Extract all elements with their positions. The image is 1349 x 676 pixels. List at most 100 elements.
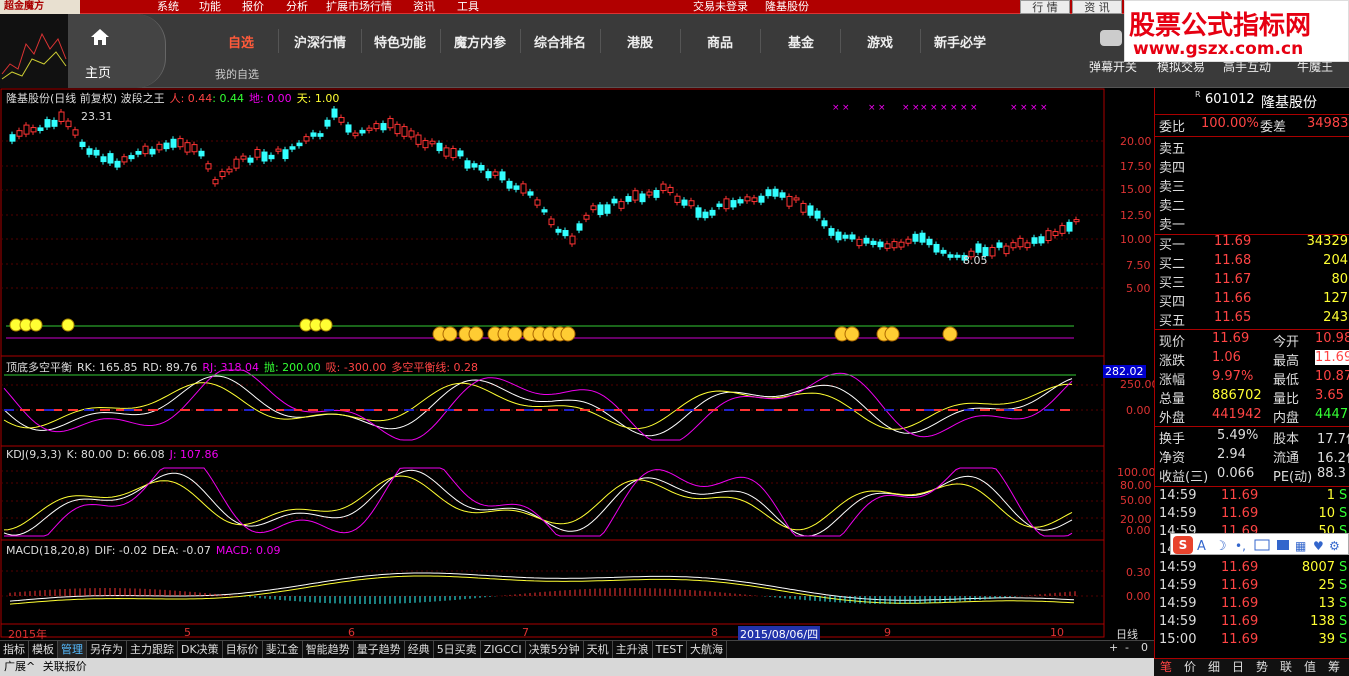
- ime-tools-icon: A ☽ •, ▦ ♥ ⚙: [1197, 539, 1340, 553]
- quote-tab[interactable]: 势: [1250, 659, 1274, 676]
- svg-text:×: ×: [1040, 103, 1048, 113]
- panel2-title: 顶底多空平衡 RK: 165.85 RD: 89.76 RJ: 318.04 抛: 20…: [6, 361, 479, 374]
- svg-text:×: ×: [950, 103, 958, 113]
- menu-analysis[interactable]: 分析: [286, 0, 308, 13]
- tab-hk[interactable]: 港股: [627, 32, 653, 51]
- menu-function[interactable]: 功能: [199, 0, 221, 13]
- tick-row: 14:59 11.69 25 S: [1159, 578, 1348, 593]
- indicator-tab[interactable]: ZIGCCI: [481, 641, 526, 658]
- chat-bubble-icon[interactable]: [1100, 30, 1122, 46]
- quote-tab[interactable]: 价: [1178, 659, 1202, 676]
- banner-url: www.gszx.com.cn: [1133, 39, 1304, 59]
- panel3-title: KDJ(9,3,3) K: 80.00 D: 66.08 J: 107.86: [6, 448, 219, 461]
- indicator-tab[interactable]: 量子趋势: [354, 641, 405, 658]
- sell-row: 卖四: [1159, 161, 1186, 176]
- y-tick: 100.00: [1117, 466, 1156, 479]
- quote-tab[interactable]: 细: [1202, 659, 1226, 676]
- ren2-value: : 0.44: [212, 92, 244, 105]
- quote-row: 外盘441942内盘444760: [1159, 407, 1349, 426]
- menu-quote[interactable]: 报价: [242, 0, 264, 13]
- y-tick: 10.00: [1120, 233, 1152, 246]
- main-panel-title: 隆基股份(日线 前复权) 波段之王 人: 0.44: 0.44 地: 0.00 天: …: [6, 90, 344, 106]
- tab-hs-market[interactable]: 沪深行情: [294, 32, 346, 51]
- tab-watchlist[interactable]: 自选: [228, 32, 254, 51]
- indicator-tab[interactable]: 5日买卖: [434, 641, 481, 658]
- tab-ranking[interactable]: 综合排名: [534, 32, 586, 51]
- zoom-in-button[interactable]: +: [1109, 641, 1118, 654]
- tab-fund[interactable]: 基金: [788, 32, 814, 51]
- zoom-reset-button[interactable]: 0: [1141, 641, 1148, 654]
- indicator-tab[interactable]: 目标价: [223, 641, 263, 658]
- high-price-label: 23.31: [81, 110, 113, 123]
- svg-text:×: ×: [970, 103, 978, 113]
- svg-text:▦: ▦: [1295, 539, 1306, 553]
- svg-text:☽: ☽: [1215, 539, 1227, 553]
- indicator-tab[interactable]: TEST: [653, 641, 687, 658]
- y-tick: 0.00: [1126, 524, 1151, 537]
- indicator-tab[interactable]: DK决策: [178, 641, 223, 658]
- finance-row: 换手5.49%股本17.7亿: [1159, 428, 1349, 447]
- indicator-tab[interactable]: 指标: [0, 641, 29, 658]
- indicator-tab[interactable]: 斐江金: [263, 641, 303, 658]
- zoom-out-button[interactable]: -: [1125, 641, 1129, 654]
- y-tick: 50.00: [1120, 494, 1152, 507]
- home-label: 主页: [85, 66, 112, 81]
- tab-commodity[interactable]: 商品: [707, 32, 733, 51]
- menu-tools[interactable]: 工具: [457, 0, 479, 13]
- quote-button[interactable]: 行 情: [1020, 0, 1070, 14]
- indicator-tab[interactable]: 大航海: [687, 641, 727, 658]
- quote-tab[interactable]: 笔: [1154, 659, 1178, 676]
- indicator-tab[interactable]: 天机: [584, 641, 613, 658]
- indicator-tab[interactable]: 另存为: [87, 641, 127, 658]
- x-tick: 10: [1050, 626, 1064, 639]
- indicator-tab[interactable]: 主升浪: [613, 641, 653, 658]
- svg-text:×: ×: [912, 103, 920, 113]
- news-button[interactable]: 资 讯: [1072, 0, 1122, 14]
- expand-button[interactable]: 广展^: [4, 660, 35, 673]
- sogou-ime-icon[interactable]: S: [1173, 536, 1193, 554]
- stock-header: R 601012 隆基股份: [1195, 90, 1317, 111]
- subtab-my-watchlist[interactable]: 我的自选: [215, 66, 259, 82]
- svg-text:♥: ♥: [1313, 539, 1324, 553]
- quote-panel: R 601012 隆基股份 委比 100.00% 委差 34983 卖五 卖四 卖三…: [1154, 88, 1349, 676]
- y-tick: 12.50: [1120, 209, 1152, 222]
- ime-toolbar[interactable]: S A ☽ •, ▦ ♥ ⚙: [1170, 533, 1349, 555]
- chart-area[interactable]: × × × × × × × × × × × × × × × × 隆基股份(日线 前复权) 波段之王 人: 0.4…: [0, 88, 1159, 642]
- tab-game[interactable]: 游戏: [867, 32, 893, 51]
- svg-text:×: ×: [1020, 103, 1028, 113]
- y-tick: 7.50: [1126, 259, 1151, 272]
- tick-row: 14:59 11.69 13 S: [1159, 596, 1348, 611]
- y-tick: 5.00: [1126, 282, 1151, 295]
- thumbnail-chart[interactable]: [0, 14, 68, 88]
- buy-row: 买四 11.66 127: [1159, 291, 1348, 310]
- tab-insider[interactable]: 魔方内参: [454, 32, 506, 51]
- status-bar: 广展^ 关联报价: [0, 658, 1154, 676]
- finance-row: 收益(三) 0.066 PE(动) 88.3: [1159, 466, 1346, 485]
- indicator-tab[interactable]: 模板: [29, 641, 58, 658]
- indicator-tab[interactable]: 经典: [405, 641, 434, 658]
- menu-ext-market[interactable]: 扩展市场行情: [326, 0, 392, 13]
- quote-tab[interactable]: 日: [1226, 659, 1250, 676]
- quote-tab[interactable]: 值: [1298, 659, 1322, 676]
- indicator-tabs: 指标 模板 管理 另存为 主力跟踪 DK决策 目标价 斐江金 智能趋势 量子趋势 经典 5日买卖 ZIG…: [0, 640, 1154, 658]
- sell-row: 卖一: [1159, 218, 1186, 233]
- indicator-tab[interactable]: 决策5分钟: [526, 641, 584, 658]
- tab-special[interactable]: 特色功能: [374, 32, 426, 51]
- quote-tab[interactable]: 联: [1274, 659, 1298, 676]
- menu-system[interactable]: 系统: [157, 0, 179, 13]
- svg-text:×: ×: [868, 103, 876, 113]
- y-tick: 0.30: [1126, 566, 1151, 579]
- weibi-row: 委比 100.00% 委差 34983: [1159, 116, 1349, 135]
- menu-news[interactable]: 资讯: [413, 0, 435, 13]
- indicator-tab[interactable]: 管理: [58, 641, 87, 658]
- svg-text:×: ×: [1030, 103, 1038, 113]
- indicator-tab[interactable]: 主力跟踪: [127, 641, 178, 658]
- stock-code: 601012: [1205, 92, 1255, 107]
- tab-beginner[interactable]: 新手必学: [934, 32, 986, 51]
- linked-quote-button[interactable]: 关联报价: [43, 660, 87, 673]
- buy-row: 买二 11.68 204: [1159, 253, 1348, 272]
- quote-tab[interactable]: 筹: [1322, 659, 1346, 676]
- home-button[interactable]: 主页: [68, 14, 166, 88]
- y-tick: 0.00: [1126, 590, 1151, 603]
- indicator-tab[interactable]: 智能趋势: [303, 641, 354, 658]
